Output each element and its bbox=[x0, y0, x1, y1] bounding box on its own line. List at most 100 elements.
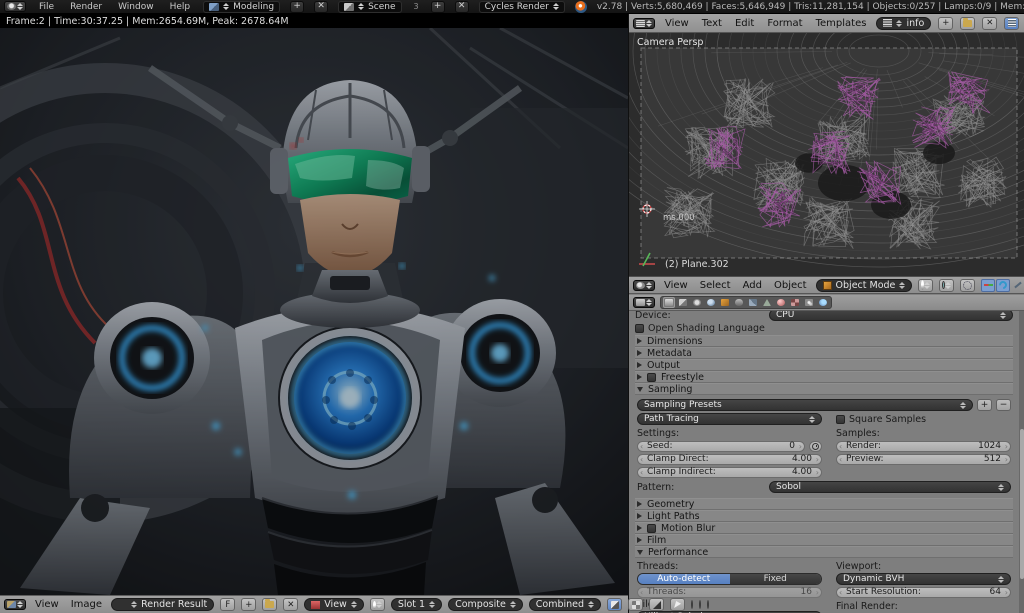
menu-select[interactable]: Select bbox=[697, 280, 734, 291]
menu-image[interactable]: Image bbox=[68, 599, 105, 610]
menu-window[interactable]: Window bbox=[115, 2, 157, 12]
text-datablock-selector[interactable]: info bbox=[876, 17, 931, 30]
editor-type-selector-info[interactable] bbox=[4, 1, 26, 12]
tab-scene[interactable] bbox=[691, 297, 703, 308]
seed-field[interactable]: Seed: 0 bbox=[637, 441, 805, 452]
menu-view[interactable]: View bbox=[661, 280, 691, 291]
start-resolution-field[interactable]: Start Resolution: 64 bbox=[836, 587, 1011, 598]
draw-channels-alpha[interactable] bbox=[649, 598, 664, 611]
tab-data[interactable] bbox=[761, 297, 773, 308]
panel-geometry[interactable]: Geometry bbox=[635, 498, 1013, 510]
panel-light-paths[interactable]: Light Paths bbox=[635, 510, 1013, 522]
unlink-text-button[interactable]: ✕ bbox=[982, 17, 997, 30]
square-samples-checkbox[interactable] bbox=[836, 415, 845, 424]
add-scene-button[interactable]: + bbox=[431, 1, 445, 13]
preview-samples-field[interactable]: Preview: 512 bbox=[836, 454, 1011, 465]
editor-type-selector-image[interactable] bbox=[4, 599, 26, 610]
render-result-canvas[interactable] bbox=[0, 28, 628, 595]
tab-render[interactable] bbox=[663, 297, 675, 308]
fixed-toggle[interactable]: Fixed bbox=[730, 574, 822, 584]
unlink-image-button[interactable]: ✕ bbox=[283, 598, 298, 611]
menu-view[interactable]: View bbox=[662, 18, 692, 29]
auto-detect-toggle[interactable]: Auto-detect bbox=[638, 574, 730, 584]
animated-seed-button[interactable] bbox=[809, 441, 822, 452]
menu-format[interactable]: Format bbox=[764, 18, 805, 29]
editor-type-selector-text[interactable] bbox=[633, 18, 655, 29]
tab-particles[interactable] bbox=[803, 297, 815, 308]
motion-blur-checkbox[interactable] bbox=[647, 524, 656, 533]
bvh-dropdown[interactable]: Dynamic BVH bbox=[836, 573, 1011, 585]
image-paint-toggle[interactable] bbox=[607, 598, 622, 611]
tab-material[interactable] bbox=[775, 297, 787, 308]
delete-layout-button[interactable]: ✕ bbox=[314, 1, 328, 13]
viewport-3d[interactable]: Camera Persp ms.000 (2) Plane.302 bbox=[629, 33, 1024, 276]
draw-channels-color-alpha[interactable] bbox=[628, 598, 643, 611]
editor-type-selector-3d[interactable] bbox=[633, 280, 655, 291]
menu-edit[interactable]: Edit bbox=[732, 18, 757, 29]
scrollbar-thumb[interactable] bbox=[1020, 429, 1024, 579]
pass-dropdown[interactable]: Combined bbox=[529, 598, 601, 611]
pattern-dropdown[interactable]: Sobol bbox=[769, 481, 1011, 493]
new-image-button[interactable]: + bbox=[241, 598, 256, 611]
panel-performance[interactable]: Performance bbox=[635, 546, 1013, 558]
mode-selector[interactable]: Object Mode bbox=[816, 279, 913, 292]
open-image-button[interactable] bbox=[262, 598, 277, 611]
menu-add[interactable]: Add bbox=[740, 280, 765, 291]
panel-sampling[interactable]: Sampling bbox=[635, 383, 1013, 395]
add-preset-button[interactable]: + bbox=[977, 399, 992, 411]
remove-preset-button[interactable]: − bbox=[996, 399, 1011, 411]
line-numbers-toggle[interactable] bbox=[1004, 17, 1019, 30]
sampling-presets-dropdown[interactable]: Sampling Presets bbox=[637, 399, 973, 411]
integrator-dropdown[interactable]: Path Tracing bbox=[637, 413, 822, 425]
translate-manipulator-toggle[interactable] bbox=[981, 279, 995, 292]
panel-output[interactable]: Output bbox=[635, 359, 1013, 371]
brush-icon bbox=[674, 601, 681, 608]
scene-selector[interactable]: Scene bbox=[338, 1, 401, 13]
clamp-indirect-field[interactable]: Clamp Indirect: 4.00 bbox=[637, 467, 822, 478]
menu-object[interactable]: Object bbox=[771, 280, 810, 291]
manipulator-toggle[interactable] bbox=[960, 279, 975, 292]
render-samples-field[interactable]: Render: 1024 bbox=[836, 441, 1011, 452]
editor-type-selector-properties[interactable] bbox=[633, 297, 655, 308]
view-mode-dropdown[interactable]: View bbox=[304, 598, 364, 611]
tab-world[interactable] bbox=[705, 297, 717, 308]
threads-count-field[interactable]: Threads: 16 bbox=[637, 587, 822, 598]
osl-checkbox[interactable] bbox=[635, 324, 644, 333]
menu-templates[interactable]: Templates bbox=[813, 18, 870, 29]
device-dropdown[interactable]: CPU bbox=[769, 311, 1013, 321]
viewport-shading-selector[interactable] bbox=[918, 279, 933, 292]
clamp-direct-field[interactable]: Clamp Direct: 4.00 bbox=[637, 454, 822, 465]
slot-dropdown[interactable]: Slot 1 bbox=[391, 598, 442, 611]
scale-manipulator-toggle[interactable] bbox=[1011, 279, 1024, 292]
layer-dropdown[interactable]: Composite bbox=[448, 598, 523, 611]
tab-object[interactable] bbox=[719, 297, 731, 308]
pivot-point-selector[interactable] bbox=[939, 279, 954, 292]
menu-view[interactable]: View bbox=[32, 599, 62, 610]
panel-freestyle[interactable]: Freestyle bbox=[635, 371, 1013, 383]
rotate-manipulator-toggle[interactable] bbox=[996, 279, 1010, 292]
menu-render[interactable]: Render bbox=[67, 2, 105, 12]
fake-user-button[interactable]: F bbox=[220, 598, 235, 611]
freestyle-checkbox[interactable] bbox=[647, 373, 656, 382]
delete-scene-button[interactable]: ✕ bbox=[455, 1, 469, 13]
tab-physics[interactable] bbox=[817, 297, 829, 308]
sample-line-button[interactable] bbox=[670, 598, 685, 611]
menu-file[interactable]: File bbox=[36, 2, 57, 12]
panel-metadata[interactable]: Metadata bbox=[635, 347, 1013, 359]
pivot-selector[interactable] bbox=[370, 598, 385, 611]
screen-layout-selector[interactable]: Modeling bbox=[203, 1, 280, 13]
tab-modifiers[interactable] bbox=[747, 297, 759, 308]
menu-help[interactable]: Help bbox=[167, 2, 194, 12]
image-datablock-selector[interactable]: Render Result bbox=[111, 598, 214, 611]
tab-constraints[interactable] bbox=[733, 297, 745, 308]
render-engine-selector[interactable]: Cycles Render bbox=[479, 1, 565, 13]
tab-texture[interactable] bbox=[789, 297, 801, 308]
menu-text[interactable]: Text bbox=[699, 18, 725, 29]
new-text-button[interactable]: + bbox=[938, 17, 953, 30]
panel-film[interactable]: Film bbox=[635, 534, 1013, 546]
add-layout-button[interactable]: + bbox=[290, 1, 304, 13]
panel-dimensions[interactable]: Dimensions bbox=[635, 335, 1013, 347]
panel-motion-blur[interactable]: Motion Blur bbox=[635, 522, 1013, 534]
tab-render-layers[interactable] bbox=[677, 297, 689, 308]
open-text-button[interactable] bbox=[960, 17, 975, 30]
